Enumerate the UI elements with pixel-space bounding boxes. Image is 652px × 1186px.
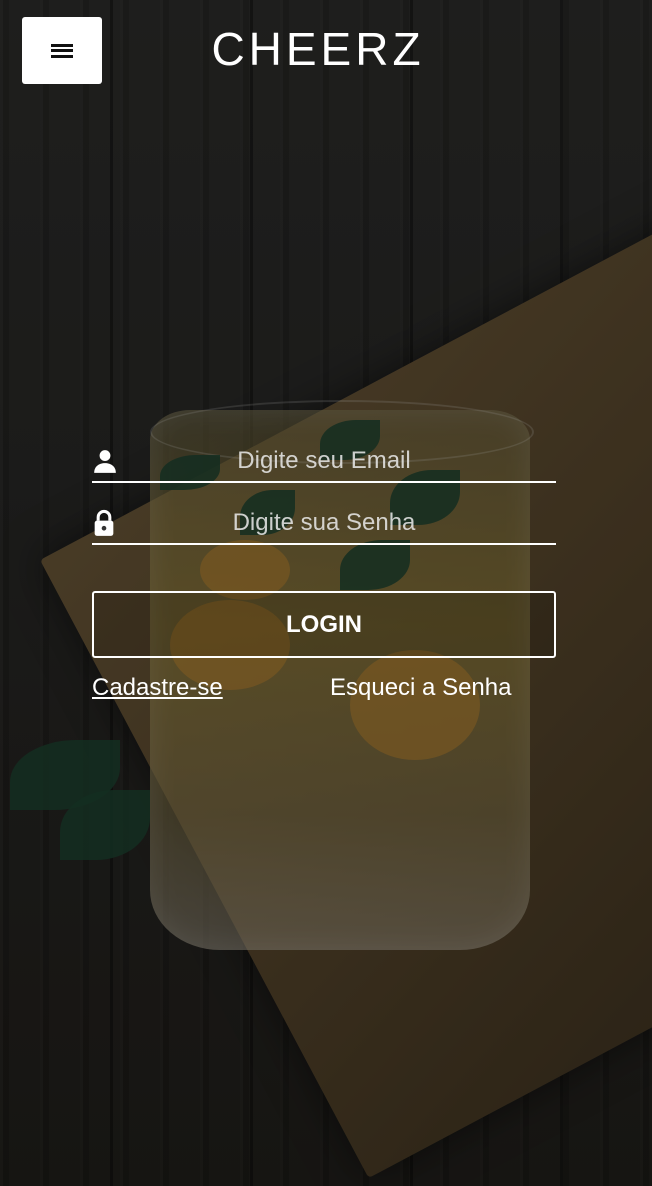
signup-link[interactable]: Cadastre-se [92,674,223,702]
hamburger-menu-icon [51,43,73,58]
user-icon [92,446,122,476]
app-logo: CHEERZ [211,23,425,75]
forgot-password-link[interactable]: Esqueci a Senha [330,674,511,702]
menu-button[interactable] [22,17,102,84]
login-button[interactable]: LOGIN [92,591,556,658]
lock-icon [92,508,122,538]
email-input[interactable] [122,443,556,479]
email-field[interactable] [92,441,556,483]
password-field[interactable] [92,503,556,545]
password-input[interactable] [122,505,556,541]
